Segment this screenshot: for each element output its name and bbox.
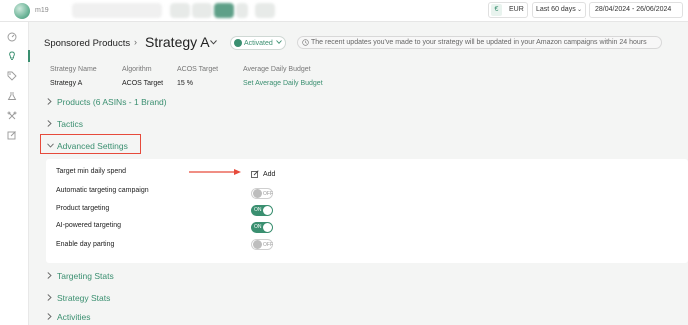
page-title: Strategy A <box>145 34 210 50</box>
date-range-label: Last 60 days <box>536 6 576 13</box>
marketplace-pill[interactable] <box>192 3 212 18</box>
average-daily-budget-label: Average Daily Budget <box>243 66 311 73</box>
logo[interactable] <box>14 3 30 19</box>
section-strategy-stats[interactable]: Strategy Stats <box>57 293 110 303</box>
section-advanced-settings[interactable]: Advanced Settings <box>57 141 128 151</box>
tag-icon[interactable] <box>7 71 17 81</box>
marketplace-pill[interactable] <box>170 3 190 18</box>
update-notice-text: The recent updates you've made to your s… <box>311 39 647 46</box>
marketplace-pill-active[interactable] <box>214 3 234 18</box>
account-selector[interactable] <box>72 3 162 18</box>
tools-icon[interactable] <box>7 111 17 121</box>
sidebar <box>0 22 29 325</box>
section-products[interactable]: Products (6 ASINs - 1 Brand) <box>57 97 167 107</box>
date-picker-value: 28/04/2024 - 26/06/2024 <box>595 6 672 13</box>
lightbulb-icon[interactable] <box>7 51 17 61</box>
target-min-daily-spend-label: Target min daily spend <box>56 168 127 175</box>
breadcrumb-sponsored-products[interactable]: Sponsored Products <box>44 38 130 49</box>
sidebar-active-indicator <box>28 50 30 62</box>
flask-icon[interactable] <box>7 91 17 101</box>
clock-icon <box>302 39 309 46</box>
edit-icon[interactable] <box>251 170 259 178</box>
status-check-icon <box>234 39 242 47</box>
acos-target-value: 15 % <box>177 80 193 87</box>
chevron-down-icon <box>276 40 282 44</box>
chevron-right-icon[interactable] <box>47 98 52 105</box>
chevron-right-icon[interactable] <box>47 120 52 127</box>
edit-icon[interactable] <box>7 130 17 140</box>
algorithm-label: Algorithm <box>122 66 152 73</box>
marketplace-pill[interactable] <box>255 3 275 18</box>
annotation-arrow <box>189 169 241 175</box>
acos-target-label: ACOS Target <box>177 66 219 73</box>
strategy-name-label: Strategy Name <box>50 66 97 73</box>
breadcrumb-separator: › <box>134 37 137 47</box>
section-activities[interactable]: Activities <box>57 312 91 322</box>
status-label: Activated <box>244 39 273 47</box>
automatic-targeting-label: Automatic targeting campaign <box>56 187 149 194</box>
dashboard-icon[interactable] <box>7 32 17 42</box>
algorithm-value: ACOS Target <box>122 80 164 87</box>
day-parting-toggle[interactable]: OFF <box>251 239 273 250</box>
set-average-daily-budget-link[interactable]: Set Average Daily Budget <box>243 80 323 87</box>
automatic-targeting-toggle[interactable]: OFF <box>251 188 273 199</box>
currency-symbol: € <box>491 4 502 16</box>
ai-powered-targeting-label: AI-powered targeting <box>56 222 121 229</box>
marketplace-pill[interactable] <box>236 3 248 18</box>
brand-name: m19 <box>35 7 49 14</box>
chevron-down-icon[interactable] <box>47 143 54 148</box>
enable-day-parting-label: Enable day parting <box>56 241 115 248</box>
add-min-daily-spend-button[interactable]: Add <box>263 171 275 178</box>
section-tactics[interactable]: Tactics <box>57 119 83 129</box>
product-targeting-label: Product targeting <box>56 205 110 212</box>
product-targeting-toggle[interactable]: ON <box>251 205 273 216</box>
chevron-down-icon[interactable] <box>210 40 217 45</box>
chevron-right-icon[interactable] <box>47 272 52 279</box>
section-targeting-stats[interactable]: Targeting Stats <box>57 271 114 281</box>
chevron-down-icon: ⌄ <box>577 7 583 13</box>
chevron-right-icon[interactable] <box>47 313 52 320</box>
advanced-settings-panel <box>46 159 688 263</box>
strategy-name-value: Strategy A <box>50 80 83 87</box>
ai-powered-targeting-toggle[interactable]: ON <box>251 222 273 233</box>
currency-label: EUR <box>509 6 524 13</box>
chevron-right-icon[interactable] <box>47 294 52 301</box>
